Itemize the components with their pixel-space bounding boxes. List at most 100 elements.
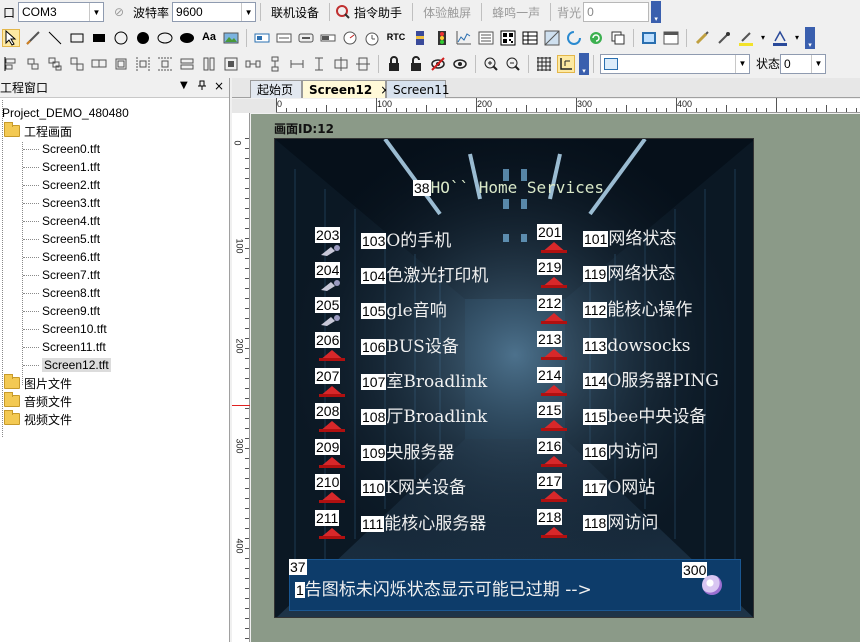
picture-icon[interactable] [222, 29, 240, 47]
device-label[interactable]: 104色激光打印机 [361, 266, 488, 286]
touch-test-button[interactable]: 体验触屏 [417, 1, 477, 23]
text-icon[interactable]: Aa [200, 29, 218, 47]
window-icon[interactable] [662, 29, 680, 47]
center-h-icon[interactable] [332, 55, 350, 73]
snap-icon[interactable] [557, 54, 575, 73]
tree-item-screen1[interactable]: Screen1.tft [42, 158, 100, 176]
highlight-color-icon[interactable] [737, 29, 755, 47]
table-icon[interactable] [521, 29, 539, 47]
tree-folder-screens[interactable]: 工程画面 [4, 122, 72, 140]
grid-icon[interactable] [535, 55, 553, 73]
service-label[interactable]: 114O服务器PING [583, 371, 719, 391]
width-adjust-icon[interactable] [288, 55, 306, 73]
distribute-h-icon[interactable] [134, 55, 152, 73]
image-crop-icon[interactable] [543, 29, 561, 47]
dropdown-icon[interactable]: ▼ [180, 80, 188, 91]
tree-item-screen0[interactable]: Screen0.tft [42, 140, 100, 158]
copy-icon[interactable] [609, 29, 627, 47]
list-icon[interactable] [477, 29, 495, 47]
align-bottom-icon[interactable] [112, 55, 130, 73]
tree-item-screen5[interactable]: Screen5.tft [42, 230, 100, 248]
device-label[interactable]: 110K网关设备 [361, 478, 466, 498]
component-select[interactable]: ▼ [600, 53, 750, 74]
service-label[interactable]: 101网络状态 [583, 229, 676, 249]
button-icon[interactable] [297, 29, 315, 47]
center-v-icon[interactable] [354, 55, 372, 73]
hide-icon[interactable] [429, 55, 447, 73]
space-h-icon[interactable] [244, 55, 262, 73]
baud-select[interactable]: 9600 ▼ [172, 2, 257, 22]
chevron-down-icon[interactable]: ▾ [759, 29, 767, 47]
service-label[interactable]: 116内访问 [583, 442, 658, 462]
device-label[interactable]: 111能核心服务器 [361, 514, 486, 534]
distribute-v-icon[interactable] [156, 55, 174, 73]
device-label[interactable]: 105gle音响 [361, 301, 447, 321]
toolbar-overflow-icon[interactable]: ▾ [579, 52, 589, 75]
chevron-down-icon[interactable]: ▼ [241, 3, 256, 21]
backlight-input[interactable]: 0 [583, 2, 650, 22]
number-icon[interactable] [275, 29, 293, 47]
pin-icon[interactable] [197, 80, 207, 93]
project-root[interactable]: Project_DEMO_480480 [2, 104, 129, 122]
align-left-icon[interactable] [2, 55, 20, 73]
tab-screen12[interactable]: Screen12 × [302, 80, 390, 98]
curve-chart-icon[interactable] [455, 29, 473, 47]
tree-item-screen7[interactable]: Screen7.tft [42, 266, 100, 284]
service-label[interactable]: 115bee中央设备 [583, 407, 706, 427]
tree-item-screen2[interactable]: Screen2.tft [42, 176, 100, 194]
chevron-down-icon[interactable]: ▼ [811, 54, 826, 73]
same-size-icon[interactable] [222, 55, 240, 73]
service-label[interactable]: 113dowsocks [583, 336, 691, 356]
device-label[interactable]: 107室Broadlink [361, 372, 487, 392]
space-v-icon[interactable] [266, 55, 284, 73]
rtc-icon[interactable]: RTC [385, 29, 407, 47]
tree-item-screen8[interactable]: Screen8.tft [42, 284, 100, 302]
tree-item-screen9[interactable]: Screen9.tft [42, 302, 100, 320]
gauge-icon[interactable] [341, 29, 359, 47]
tree-item-screen10[interactable]: Screen10.tft [42, 320, 107, 338]
toolbar-overflow-icon[interactable]: ▾ [651, 1, 662, 23]
chevron-down-icon[interactable]: ▾ [793, 29, 801, 47]
zoom-in-icon[interactable] [482, 55, 500, 73]
state-select[interactable]: 0 ▼ [780, 53, 827, 74]
service-label[interactable]: 112能核心操作 [583, 300, 692, 320]
pointer-icon[interactable] [2, 28, 20, 47]
toolbar-overflow-icon[interactable]: ▾ [805, 26, 815, 49]
textbox-icon[interactable] [253, 29, 271, 47]
zoom-out-icon[interactable] [504, 55, 522, 73]
loading-icon[interactable] [565, 29, 583, 47]
align-right-icon[interactable] [46, 55, 64, 73]
device-label[interactable]: 108厅Broadlink [361, 407, 487, 427]
tree-item-screen6[interactable]: Screen6.tft [42, 248, 100, 266]
tree-item-screen12[interactable]: Screen12.tft [42, 356, 111, 374]
close-icon[interactable]: × [214, 79, 224, 93]
service-label[interactable]: 117O网站 [583, 478, 655, 498]
tab-start[interactable]: 起始页 [250, 80, 302, 98]
chevron-down-icon[interactable]: ▼ [89, 3, 104, 21]
tree-item-screen4[interactable]: Screen4.tft [42, 212, 100, 230]
show-icon[interactable] [451, 55, 469, 73]
service-label[interactable]: 118网访问 [583, 513, 658, 533]
font-color-icon[interactable] [771, 29, 789, 47]
align-middle-icon[interactable] [90, 55, 108, 73]
align-center-icon[interactable] [24, 55, 42, 73]
avatar[interactable] [702, 575, 722, 595]
tree-folder-video[interactable]: 视频文件 [4, 410, 72, 428]
command-assistant-button[interactable]: 指令助手 [352, 1, 408, 23]
device-label[interactable]: 109央服务器 [361, 443, 454, 463]
brush-icon[interactable] [693, 29, 711, 47]
circle-icon[interactable] [112, 29, 130, 47]
buzzer-button[interactable]: 蜂鸣一声 [486, 1, 546, 23]
video-icon[interactable] [640, 29, 658, 47]
height-adjust-icon[interactable] [310, 55, 328, 73]
pen-icon[interactable] [24, 29, 42, 47]
filled-circle-icon[interactable] [134, 29, 152, 47]
unlock-icon[interactable] [407, 55, 425, 73]
tree-folder-images[interactable]: 图片文件 [4, 374, 72, 392]
tree-folder-audio[interactable]: 音频文件 [4, 392, 72, 410]
tree-item-screen11[interactable]: Screen11.tft [42, 338, 106, 356]
tab-screen11[interactable]: Screen11 [386, 80, 450, 98]
same-width-icon[interactable] [178, 55, 196, 73]
port-select[interactable]: COM3 ▼ [18, 2, 105, 22]
slider-icon[interactable] [411, 29, 429, 47]
